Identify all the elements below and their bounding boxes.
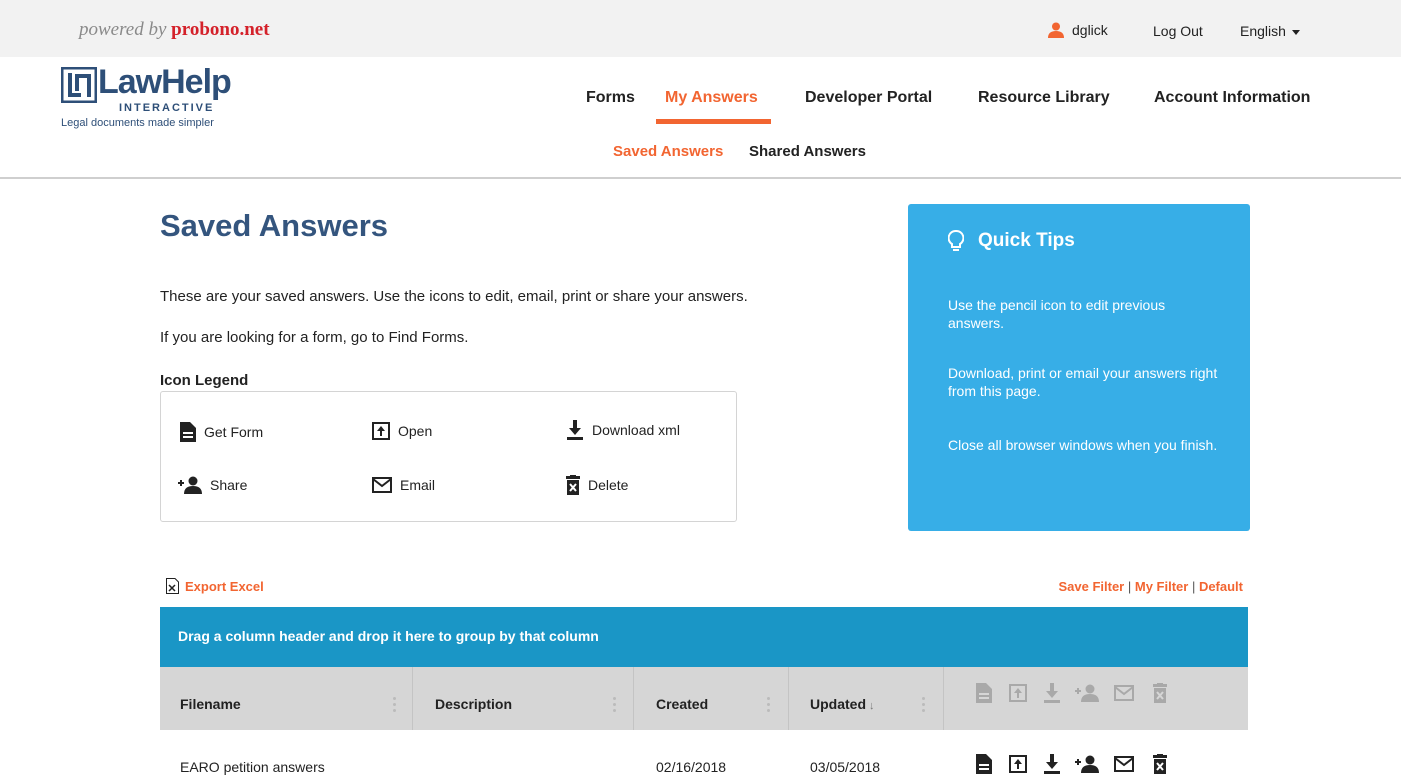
open-icon[interactable] [1009, 755, 1027, 773]
logo-wordmark: LawHelp [98, 63, 232, 102]
download-icon [567, 420, 583, 440]
language-select[interactable]: English [1240, 23, 1300, 39]
trash-icon [566, 475, 580, 495]
separator: | [1124, 579, 1135, 594]
powered-by[interactable]: powered by probono.net [79, 19, 270, 41]
nav-forms[interactable]: Forms [586, 89, 635, 107]
intro-text: These are your saved answers. Use the ic… [160, 288, 748, 305]
download-icon [1044, 683, 1060, 703]
logo-word-law: Law [98, 63, 162, 101]
active-nav-indicator [656, 119, 771, 124]
legend-delete: Delete [566, 475, 628, 495]
email-icon[interactable] [1114, 756, 1134, 772]
quick-tips-title: Quick Tips [948, 230, 1075, 252]
column-header-created[interactable]: Created [656, 696, 708, 712]
find-forms-text: If you are looking for a form, go to Fin… [160, 329, 469, 346]
logout-link[interactable]: Log Out [1153, 23, 1203, 39]
quick-tips-panel: Quick Tips Use the pencil icon to edit p… [908, 204, 1250, 531]
page-title: Saved Answers [160, 208, 389, 243]
add-user-icon [178, 476, 202, 494]
column-menu-handle[interactable] [613, 697, 617, 717]
logo-subtitle: INTERACTIVE [119, 102, 215, 114]
chevron-down-icon [1291, 29, 1300, 35]
default-filter-link[interactable]: Default [1199, 579, 1243, 594]
column-header-updated[interactable]: Updated ↓ [810, 696, 875, 712]
document-icon [976, 683, 992, 703]
column-menu-handle[interactable] [922, 697, 926, 717]
share-icon[interactable] [1075, 755, 1099, 773]
legend-open: Open [372, 422, 432, 440]
cell-updated: 03/05/2018 [810, 759, 881, 775]
sort-descending-icon: ↓ [869, 700, 875, 712]
language-label: English [1240, 23, 1286, 39]
subnav-shared-answers[interactable]: Shared Answers [749, 143, 866, 160]
user-menu[interactable]: dglick [1048, 22, 1108, 38]
logo-mark-icon [61, 67, 97, 103]
column-divider [633, 667, 634, 730]
envelope-icon [1114, 685, 1134, 701]
tip-close: Close all browser windows when you finis… [948, 437, 1218, 453]
column-divider [412, 667, 413, 730]
nav-resource-library[interactable]: Resource Library [978, 89, 1110, 107]
cell-filename: EARO petition answers [180, 759, 325, 775]
legend-share: Share [178, 476, 247, 494]
column-menu-handle[interactable] [393, 697, 397, 717]
user-icon [1048, 22, 1064, 38]
document-icon [180, 422, 196, 442]
legend-label: Download xml [592, 422, 680, 438]
export-excel-link[interactable]: Export Excel [166, 578, 264, 594]
download-icon[interactable] [1043, 754, 1061, 774]
column-divider [943, 667, 944, 730]
nav-account-information[interactable]: Account Information [1154, 89, 1310, 107]
logo-tagline: Legal documents made simpler [61, 117, 214, 129]
tip-download: Download, print or email your answers ri… [948, 365, 1218, 399]
column-divider [788, 667, 789, 730]
probono-brand: probono.net [171, 19, 270, 40]
logo-word-help: Help [161, 63, 232, 101]
legend-label: Delete [588, 477, 629, 493]
column-menu-handle[interactable] [767, 697, 771, 717]
cell-created: 02/16/2018 [656, 759, 727, 775]
delete-icon[interactable] [1153, 754, 1167, 774]
get-form-icon[interactable] [976, 754, 992, 774]
icon-legend-title: Icon Legend [160, 372, 249, 389]
trash-icon [1153, 683, 1167, 703]
subnav-saved-answers[interactable]: Saved Answers [613, 143, 723, 160]
column-header-filename[interactable]: Filename [180, 696, 241, 712]
save-filter-link[interactable]: Save Filter [1058, 579, 1124, 594]
legend-label: Share [210, 477, 248, 493]
lightbulb-icon [948, 230, 964, 251]
column-header-updated-label: Updated [810, 696, 866, 712]
powered-by-prefix: powered by [79, 19, 172, 40]
open-icon [372, 422, 390, 440]
top-bar: powered by probono.net dglick Log Out En… [0, 0, 1401, 57]
legend-download: Download xml [566, 420, 680, 440]
site-header: LawHelp INTERACTIVE Legal documents made… [0, 57, 1401, 179]
quick-tips-label: Quick Tips [978, 230, 1075, 251]
export-excel-label: Export Excel [185, 578, 264, 594]
excel-file-icon [166, 578, 179, 594]
tip-edit: Use the pencil icon to edit previous ans… [948, 297, 1166, 331]
icon-legend: Get Form Open Download xml Share Email D… [160, 391, 737, 522]
filter-links: Save Filter | My Filter | Default [1058, 579, 1243, 594]
username: dglick [1072, 22, 1108, 38]
add-user-icon [1075, 684, 1099, 702]
nav-developer-portal[interactable]: Developer Portal [805, 89, 932, 107]
group-by-hint: Drag a column header and drop it here to… [178, 628, 599, 644]
my-filter-link[interactable]: My Filter [1135, 579, 1188, 594]
envelope-icon [372, 477, 392, 493]
legend-email: Email [372, 477, 435, 493]
legend-label: Get Form [204, 424, 264, 440]
open-icon [1009, 684, 1027, 702]
legend-get-form: Get Form [180, 422, 263, 442]
group-by-drop-zone[interactable]: Drag a column header and drop it here to… [160, 607, 1248, 667]
legend-label: Open [398, 423, 433, 439]
legend-label: Email [400, 477, 436, 493]
column-header-description[interactable]: Description [435, 696, 512, 712]
nav-my-answers[interactable]: My Answers [665, 89, 758, 107]
separator: | [1188, 579, 1199, 594]
